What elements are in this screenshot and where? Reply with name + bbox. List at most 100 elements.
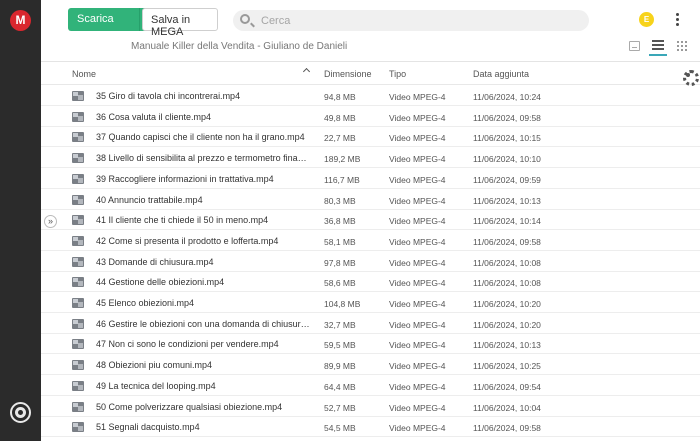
- table-row[interactable]: 46 Gestire le obiezioni con una domanda …: [41, 314, 700, 334]
- table-row[interactable]: 39 Raccogliere informazioni in trattativ…: [41, 169, 700, 189]
- video-thumbnail-icon: [72, 256, 84, 267]
- file-size: 22,7 MB: [324, 133, 356, 144]
- search-input[interactable]: [261, 13, 561, 28]
- file-name: 36 Cosa valuta il cliente.mp4: [96, 111, 212, 122]
- file-name: 41 Il cliente che ti chiede il 50 in men…: [96, 215, 269, 226]
- video-thumbnail-icon: [72, 91, 84, 101]
- file-size: 104,8 MB: [324, 299, 361, 309]
- mega-logo-icon[interactable]: M: [10, 10, 31, 31]
- file-type: Video MPEG-4: [389, 112, 446, 123]
- table-row[interactable]: 49 La tecnica del looping.mp4 64,4 MB Vide…: [41, 376, 700, 396]
- table-row[interactable]: 44 Gestione delle obiezioni.mp4 58,6 MB Vi…: [41, 272, 700, 293]
- file-size: 52,7 MB: [324, 402, 356, 413]
- column-header-type[interactable]: Tipo: [389, 69, 406, 79]
- file-size: 89,9 MB: [324, 361, 356, 372]
- video-thumbnail-icon: [72, 422, 84, 433]
- file-name: 38 Livello di sensibilita al prezzo e te…: [96, 153, 311, 164]
- video-thumbnail-icon: [72, 132, 84, 143]
- file-name: 42 Come si presenta il prodotto e loffer…: [96, 235, 279, 246]
- table-row[interactable]: 40 Annuncio trattabile.mp4 80,3 MB Video M…: [41, 190, 700, 210]
- video-thumbnail-icon: [72, 173, 84, 184]
- grid-view-icon[interactable]: [677, 41, 687, 51]
- video-thumbnail-icon: [72, 153, 84, 164]
- sort-ascending-icon[interactable]: [302, 67, 311, 76]
- table-row[interactable]: 36 Cosa valuta il cliente.mp4 49,8 MB Vide…: [41, 107, 700, 127]
- file-name: 44 Gestione delle obiezioni.mp4: [96, 277, 225, 288]
- video-thumbnail-icon: [72, 215, 84, 226]
- search-icon: [240, 14, 250, 24]
- file-name: 43 Domande di chiusura.mp4: [96, 256, 214, 267]
- file-name: 47 Non ci sono le condizioni per vendere…: [96, 339, 279, 350]
- file-type: Video MPEG-4: [389, 361, 446, 372]
- table-row[interactable]: 37 Quando capisci che il cliente non ha …: [41, 127, 700, 148]
- table-row[interactable]: 50 Come polverizzare qualsiasi obiezione…: [41, 397, 700, 417]
- file-date: 11/06/2024, 10:13: [473, 340, 541, 351]
- file-type: Video MPEG-4: [389, 340, 446, 351]
- table-row[interactable]: 43 Domande di chiusura.mp4 97,8 MB Video M…: [41, 252, 700, 272]
- table-row[interactable]: 35 Giro di tavola chi incontrerai.mp4 94,…: [41, 86, 700, 106]
- file-type: Video MPEG-4: [389, 423, 446, 434]
- file-type: Video MPEG-4: [389, 257, 446, 268]
- column-header-size[interactable]: Dimensione: [324, 69, 372, 79]
- file-date: 11/06/2024, 10:15: [473, 133, 541, 144]
- sync-icon[interactable]: [10, 402, 31, 423]
- table-row[interactable]: 42 Come si presenta il prodotto e loffer…: [41, 231, 700, 251]
- table-row[interactable]: 47 Non ci sono le condizioni per vendere…: [41, 334, 700, 355]
- file-type: Video MPEG-4: [389, 319, 446, 330]
- file-type: Video MPEG-4: [389, 195, 446, 206]
- file-date: 11/06/2024, 10:13: [473, 195, 541, 206]
- video-thumbnail-icon: [72, 339, 84, 350]
- file-size: 58,6 MB: [324, 278, 356, 289]
- file-name: 51 Segnali dacquisto.mp4: [96, 422, 200, 433]
- download-button-label: Scarica: [77, 13, 114, 25]
- file-name: 46 Gestire le obiezioni con una domanda …: [96, 318, 311, 329]
- video-thumbnail-icon: [72, 235, 84, 246]
- save-to-mega-button[interactable]: Salva in MEGA: [142, 8, 218, 38]
- video-thumbnail-icon: [72, 318, 84, 329]
- file-size: 58,1 MB: [324, 236, 356, 247]
- search-bar[interactable]: [233, 10, 589, 31]
- gear-icon[interactable]: [682, 69, 699, 86]
- file-type: Video MPEG-4: [389, 278, 446, 289]
- sidebar: M: [0, 0, 41, 441]
- file-type: Video MPEG-4: [389, 154, 446, 165]
- table-row[interactable]: 51 Segnali dacquisto.mp4 54,5 MB Video MPE…: [41, 417, 700, 438]
- file-size: 80,3 MB: [324, 195, 356, 206]
- table-row[interactable]: 48 Obiezioni piu comuni.mp4 89,9 MB Video …: [41, 355, 700, 376]
- file-size: 54,5 MB: [324, 423, 356, 434]
- file-date: 11/06/2024, 10:20: [473, 299, 541, 309]
- table-row[interactable]: 41 Il cliente che ti chiede il 50 in men…: [41, 210, 700, 231]
- table-row[interactable]: 38 Livello di sensibilita al prezzo e te…: [41, 148, 700, 169]
- file-date: 11/06/2024, 10:04: [473, 402, 541, 413]
- avatar[interactable]: E: [639, 12, 654, 27]
- save-to-mega-label: Salva in MEGA: [151, 14, 191, 38]
- file-name: 45 Elenco obiezioni.mp4: [96, 298, 195, 308]
- file-date: 11/06/2024, 10:14: [473, 216, 541, 227]
- folder-title: Manuale Killer della Vendita - Giuliano …: [131, 41, 348, 52]
- video-thumbnail-icon: [72, 111, 84, 122]
- file-size: 94,8 MB: [324, 92, 356, 102]
- file-date: 11/06/2024, 09:58: [473, 423, 541, 434]
- file-date: 11/06/2024, 10:10: [473, 154, 541, 165]
- column-header-date[interactable]: Data aggiunta: [473, 69, 529, 79]
- thumbnail-view-icon[interactable]: [629, 41, 640, 51]
- file-name: 50 Come polverizzare qualsiasi obiezione…: [96, 401, 283, 412]
- list-view-icon[interactable]: [652, 40, 666, 52]
- file-size: 97,8 MB: [324, 257, 356, 268]
- expand-sidebar-icon[interactable]: »: [44, 215, 57, 228]
- video-thumbnail-icon: [72, 380, 84, 391]
- file-type: Video MPEG-4: [389, 402, 446, 413]
- file-size: 189,2 MB: [324, 154, 361, 165]
- file-type: Video MPEG-4: [389, 299, 446, 309]
- video-thumbnail-icon: [72, 194, 84, 205]
- file-date: 11/06/2024, 09:58: [473, 112, 541, 123]
- file-size: 64,4 MB: [324, 381, 356, 392]
- file-size: 49,8 MB: [324, 112, 356, 123]
- table-row[interactable]: 45 Elenco obiezioni.mp4 104,8 MB Video MPE…: [41, 293, 700, 313]
- file-date: 11/06/2024, 09:54: [473, 381, 541, 392]
- file-date: 11/06/2024, 10:24: [473, 92, 541, 102]
- column-header-name[interactable]: Nome: [72, 69, 96, 79]
- file-size: 36,8 MB: [324, 216, 356, 227]
- more-options-icon[interactable]: [676, 13, 680, 27]
- file-name: 48 Obiezioni piu comuni.mp4: [96, 360, 213, 371]
